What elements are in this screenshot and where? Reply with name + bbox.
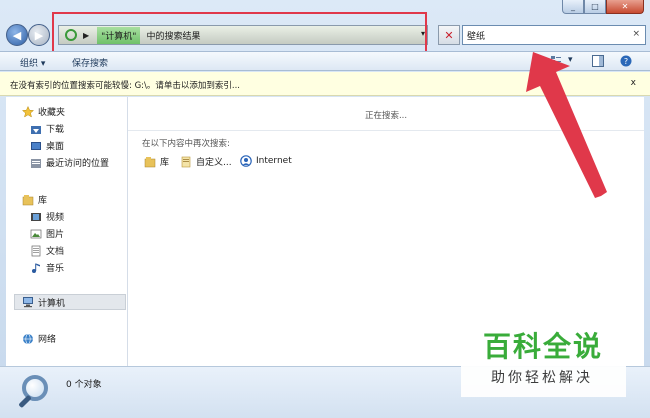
nav-computer-label: 计算机 [38,298,66,309]
nav-favorites[interactable]: 收藏夹 [21,105,66,118]
stop-search-button[interactable]: ✕ [438,25,460,45]
search-value: 壁纸 [467,31,486,42]
magnifier-handle [18,394,32,409]
search-again-custom[interactable]: 自定义... [180,155,232,168]
searching-status: 正在搜索... [364,111,408,121]
recent-places-icon [30,157,42,169]
nav-recent-label: 最近访问的位置 [46,159,110,169]
minimize-button[interactable]: _ [562,0,584,14]
forward-arrow-icon: ▶ [34,28,44,42]
forward-button[interactable]: ▶ [28,24,50,46]
nav-network-label: 网络 [38,335,57,345]
back-button[interactable]: ◀ [6,24,28,46]
close-icon: ✕ [444,28,454,42]
search-input[interactable]: 壁纸 × [462,25,646,45]
nav-downloads-label: 下载 [46,125,65,135]
search-again-internet-label: Internet [256,156,292,166]
back-arrow-icon: ◀ [12,28,22,42]
nav-libraries-label: 库 [38,196,48,206]
info-bar[interactable]: 在没有索引的位置搜索可能较慢: G:\。请单击以添加到索引... x [0,72,650,96]
save-search-button[interactable]: 保存搜索 [72,56,108,69]
nav-recent[interactable]: 最近访问的位置 [30,156,109,169]
search-again-libraries[interactable]: 库 [144,155,169,168]
computer-icon [22,296,34,308]
pictures-icon [30,228,42,240]
nav-downloads[interactable]: 下载 [30,122,64,135]
caption-buttons: _ □ ✕ [562,0,644,14]
explorer-window: _ □ ✕ ◀ ▶ ▶ "计算机" 中的搜索结果 ▾ ✕ 壁纸 × 组织 ▾ 保… [0,0,650,418]
watermark-subtitle: 助你轻松解决 [491,370,593,386]
nav-videos[interactable]: 视频 [30,210,64,223]
nav-music-label: 音乐 [46,264,65,274]
views-dropdown-icon[interactable]: ▾ [568,55,573,65]
nav-pictures-label: 图片 [46,230,65,240]
organize-menu[interactable]: 组织 ▾ [20,56,45,69]
preview-pane-icon[interactable] [592,55,604,67]
network-icon [22,333,34,345]
maximize-button[interactable]: □ [584,0,606,14]
nav-computer[interactable]: 计算机 [14,294,126,310]
search-again-custom-label: 自定义... [196,158,232,168]
library-icon [22,194,34,206]
info-bar-text: 在没有索引的位置搜索可能较慢: G:\。请单击以添加到索引... [10,81,240,91]
help-icon[interactable]: ? [620,55,632,67]
search-again-internet[interactable]: Internet [240,155,292,167]
nav-documents[interactable]: 文档 [30,244,64,257]
watermark-title: 百科全说 [483,330,604,363]
library-icon [144,156,156,168]
custom-folder-icon [180,156,192,168]
documents-icon [30,245,42,257]
nav-videos-label: 视频 [46,213,65,223]
internet-icon [240,155,252,167]
nav-favorites-label: 收藏夹 [38,108,66,118]
nav-libraries[interactable]: 库 [22,193,47,206]
nav-network[interactable]: 网络 [22,332,56,345]
svg-text:?: ? [624,57,628,66]
nav-music[interactable]: 音乐 [30,261,64,274]
views-icon[interactable] [550,55,562,67]
nav-desktop-label: 桌面 [46,142,65,152]
nav-pictures[interactable]: 图片 [30,227,64,240]
star-icon [21,105,35,118]
desktop-icon [30,140,42,152]
music-icon [30,262,42,274]
navigation-pane: 收藏夹 下载 桌面 最近访问的位置 库 视频 图片 文档 音乐 计算机 网络 [6,97,128,366]
command-toolbar: 组织 ▾ 保存搜索 ▾ ? [0,51,650,71]
search-again-label: 在以下内容中再次搜索: [142,139,230,149]
item-count: 0 个对象 [66,380,102,390]
close-button[interactable]: ✕ [606,0,644,14]
clear-search-icon[interactable]: × [632,29,640,39]
video-icon [30,211,42,223]
nav-documents-label: 文档 [46,247,65,257]
nav-desktop[interactable]: 桌面 [30,139,64,152]
search-again-libraries-label: 库 [160,158,170,168]
downloads-folder-icon [30,123,42,135]
info-bar-close-icon[interactable]: x [631,78,636,88]
watermark-logo: 百科全说 助你轻松解决 [461,319,626,397]
content-divider [128,130,644,131]
